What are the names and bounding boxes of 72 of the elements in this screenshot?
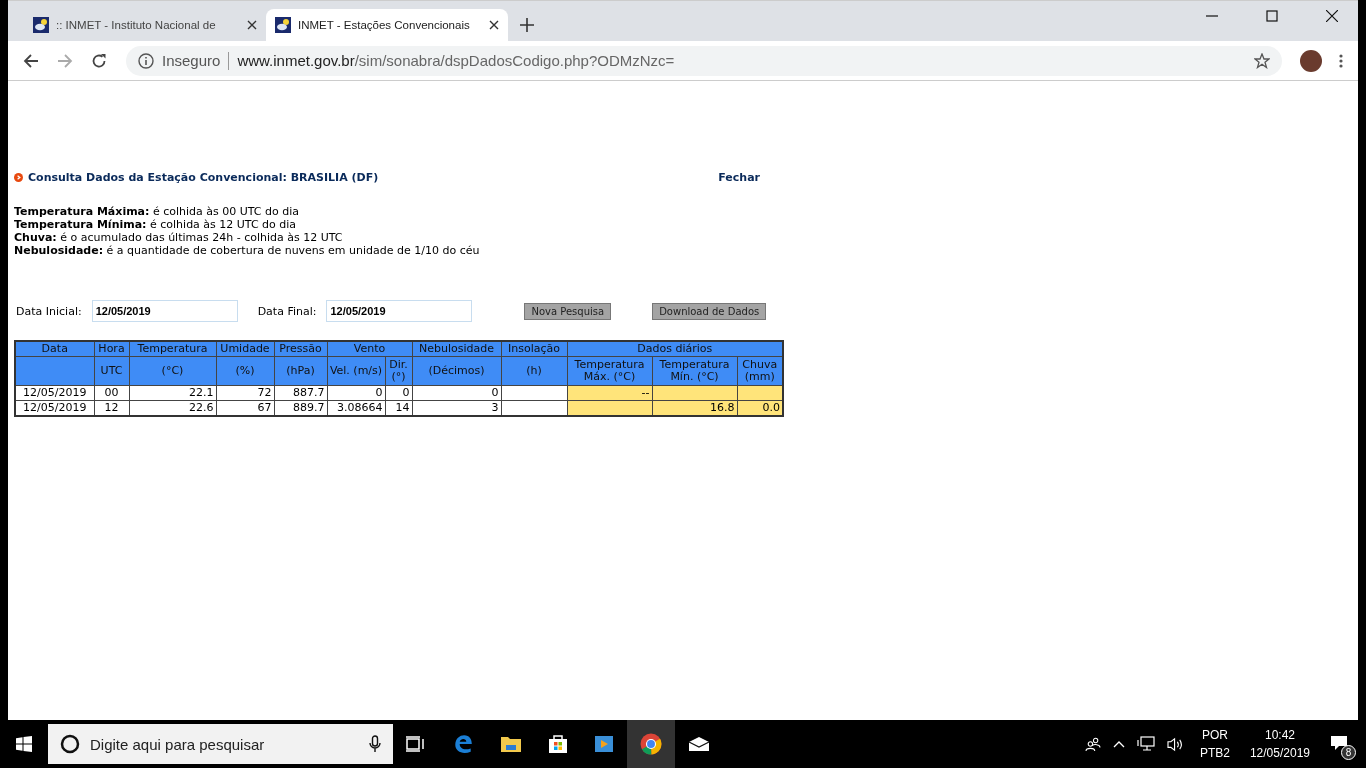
star-icon[interactable] bbox=[1254, 52, 1270, 69]
media-player-icon[interactable] bbox=[594, 734, 614, 754]
column-header: Nebulosidade bbox=[412, 341, 501, 357]
weather-logo-icon bbox=[275, 17, 291, 33]
column-header: Temperatura bbox=[129, 341, 216, 357]
notification-count-badge: 8 bbox=[1341, 744, 1356, 760]
column-header: Umidade bbox=[216, 341, 274, 357]
unit-header: Temperatura Mín. (°C) bbox=[652, 356, 737, 386]
folder-icon[interactable] bbox=[500, 735, 522, 753]
browser-tab[interactable]: INMET - Estações Convencionais bbox=[266, 9, 508, 41]
chrome-browser-icon bbox=[640, 733, 662, 755]
language-label[interactable]: POR bbox=[1201, 726, 1228, 744]
chrome-taskbar-button[interactable] bbox=[627, 720, 675, 768]
cortana-circle-icon bbox=[60, 734, 80, 754]
weather-logo-icon bbox=[33, 17, 49, 33]
keyboard-layout-label[interactable]: PTB2 bbox=[1199, 744, 1230, 762]
clock-time[interactable]: 10:42 bbox=[1264, 726, 1295, 744]
mail-envelope-icon[interactable] bbox=[688, 736, 710, 752]
column-header: Insolação bbox=[501, 341, 567, 357]
reload-icon[interactable] bbox=[91, 52, 107, 69]
edge-browser-icon[interactable] bbox=[452, 733, 474, 755]
windows-start-icon[interactable] bbox=[16, 736, 32, 752]
unit-header: (%) bbox=[216, 356, 274, 386]
clock-date[interactable]: 12/05/2019 bbox=[1249, 744, 1310, 762]
chevron-up-icon[interactable] bbox=[1112, 740, 1125, 748]
start-date-field[interactable]: 12/05/2019 bbox=[91, 300, 238, 322]
address-bar[interactable]: Inseguro www.inmet.gov.br/sim/sonabra/dspDadosCodigo.php?ODMzNzc= bbox=[126, 45, 1282, 76]
tab-title: INMET - Estações Convencionais bbox=[298, 19, 471, 31]
download-button[interactable]: Download de Dados bbox=[652, 302, 767, 320]
task-view-icon[interactable] bbox=[406, 736, 426, 752]
unit-header: (h) bbox=[501, 356, 567, 386]
people-icon[interactable] bbox=[1084, 737, 1101, 751]
speaker-icon[interactable] bbox=[1166, 736, 1184, 752]
new-tab-icon[interactable] bbox=[520, 18, 534, 32]
bullet-icon bbox=[14, 173, 23, 182]
url-text: www.inmet.gov.br/sim/sonabra/dspDadosCodigo.php?ODMzNzc= bbox=[237, 52, 675, 69]
back-arrow-icon[interactable] bbox=[23, 52, 39, 69]
end-date-field[interactable]: 12/05/2019 bbox=[326, 300, 473, 322]
maximize-icon[interactable] bbox=[1266, 10, 1278, 22]
browser-tab[interactable]: :: INMET - Instituto Nacional de bbox=[24, 9, 266, 41]
store-bag-icon[interactable] bbox=[548, 734, 568, 754]
page-title: Consulta Dados da Estação Convencional: BRASILIA (DF) bbox=[28, 171, 379, 184]
profile-avatar[interactable] bbox=[1300, 49, 1322, 72]
column-header: Data bbox=[15, 341, 94, 357]
network-icon[interactable] bbox=[1136, 736, 1155, 752]
column-header: Hora bbox=[94, 341, 129, 357]
unit-header: (Décimos) bbox=[412, 356, 501, 386]
column-header: Dados diários bbox=[567, 341, 783, 357]
info-icon bbox=[138, 52, 154, 69]
security-label: Inseguro bbox=[162, 52, 221, 69]
unit-header: (°C) bbox=[129, 356, 216, 386]
taskbar-search-field[interactable]: Digite aqui para pesquisar bbox=[48, 724, 393, 764]
close-icon[interactable] bbox=[489, 20, 499, 30]
notification-icon[interactable] bbox=[1330, 734, 1348, 751]
close-link[interactable]: Fechar bbox=[718, 171, 760, 184]
unit-header: Temperatura Máx. (°C) bbox=[567, 356, 652, 386]
column-header: Vento bbox=[327, 341, 412, 357]
menu-icon[interactable] bbox=[1339, 52, 1343, 69]
end-date-label: Data Final: bbox=[257, 304, 317, 318]
microphone-icon[interactable] bbox=[369, 735, 381, 753]
start-date-label: Data Inicial: bbox=[16, 304, 82, 318]
legend-note: Temperatura Mínima: é colhida às 12 UTC do dia bbox=[14, 218, 298, 231]
close-icon[interactable] bbox=[1326, 10, 1338, 22]
legend-note: Nebulosidade: é a quantidade de cobertura de nuvens em unidade de 1/10 do céu bbox=[14, 244, 481, 257]
unit-header: Vel. (m/s) bbox=[327, 356, 385, 386]
column-header: Pressão bbox=[274, 341, 327, 357]
search-placeholder: Digite aqui para pesquisar bbox=[90, 735, 265, 753]
legend-note: Chuva: é o acumulado das últimas 24h - colhida às 12 UTC bbox=[14, 231, 344, 244]
close-icon[interactable] bbox=[247, 20, 257, 30]
tab-title: :: INMET - Instituto Nacional de bbox=[56, 19, 217, 31]
search-button[interactable]: Nova Pesquisa bbox=[524, 302, 612, 320]
legend-note: Temperatura Máxima: é colhida às 00 UTC do dia bbox=[14, 205, 301, 218]
